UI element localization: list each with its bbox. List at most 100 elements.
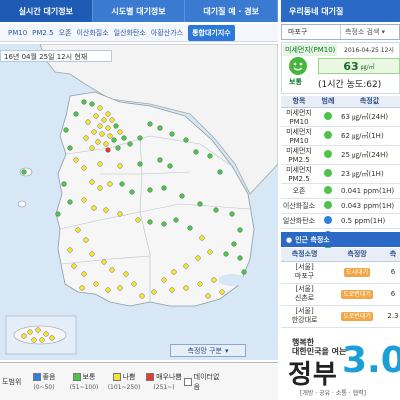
station-marker[interactable] bbox=[147, 121, 153, 127]
station-marker[interactable] bbox=[83, 237, 89, 243]
station-marker[interactable] bbox=[147, 187, 153, 193]
station-marker[interactable] bbox=[131, 281, 137, 287]
station-marker[interactable] bbox=[123, 271, 129, 277]
station-marker[interactable] bbox=[117, 285, 123, 291]
station-marker[interactable] bbox=[101, 117, 107, 123]
station-marker[interactable] bbox=[89, 145, 95, 151]
station-marker[interactable] bbox=[137, 135, 143, 141]
station-marker[interactable] bbox=[207, 249, 213, 255]
station-marker[interactable] bbox=[75, 227, 81, 233]
station-marker[interactable] bbox=[183, 137, 189, 143]
station-marker[interactable] bbox=[109, 117, 115, 123]
station-marker[interactable] bbox=[21, 169, 27, 175]
station-marker[interactable] bbox=[237, 255, 243, 261]
station-marker[interactable] bbox=[79, 285, 85, 291]
station-marker[interactable] bbox=[161, 185, 167, 191]
tab-realtime[interactable]: 실시간 대기정보 bbox=[0, 0, 93, 22]
station-marker[interactable] bbox=[127, 141, 133, 147]
station-marker[interactable] bbox=[63, 127, 69, 133]
station-marker[interactable] bbox=[99, 131, 105, 137]
station-marker[interactable] bbox=[197, 281, 203, 287]
station-marker[interactable] bbox=[97, 105, 103, 111]
station-marker[interactable] bbox=[167, 163, 173, 169]
station-marker[interactable] bbox=[173, 217, 179, 223]
station-search-button[interactable]: 측정소 검색 ▾ bbox=[340, 25, 399, 39]
station-marker[interactable] bbox=[31, 337, 37, 343]
station-marker[interactable] bbox=[205, 293, 211, 299]
tab-pm10[interactable]: PM10 bbox=[8, 29, 27, 37]
station-marker[interactable] bbox=[241, 269, 247, 275]
station-marker[interactable] bbox=[89, 101, 95, 107]
station-marker[interactable] bbox=[129, 189, 135, 195]
station-marker[interactable] bbox=[197, 201, 203, 207]
station-marker[interactable] bbox=[49, 335, 55, 341]
station-marker[interactable] bbox=[169, 287, 175, 293]
station-marker[interactable] bbox=[43, 331, 49, 337]
station-marker[interactable] bbox=[213, 207, 219, 213]
station-marker[interactable] bbox=[107, 181, 113, 187]
station-marker[interactable] bbox=[101, 259, 107, 265]
station-marker[interactable] bbox=[121, 135, 127, 141]
station-marker[interactable] bbox=[187, 225, 193, 231]
station-marker[interactable] bbox=[237, 227, 243, 233]
station-marker[interactable] bbox=[157, 125, 163, 131]
station-marker[interactable] bbox=[27, 329, 33, 335]
station-marker[interactable] bbox=[161, 277, 167, 283]
station-marker[interactable] bbox=[115, 145, 121, 151]
tab-forecast[interactable]: 대기질 예 · 경보 bbox=[185, 0, 279, 22]
station-marker[interactable] bbox=[61, 181, 67, 187]
station-marker[interactable] bbox=[147, 219, 153, 225]
station-marker[interactable] bbox=[67, 247, 73, 253]
tab-ozone[interactable]: 오존 bbox=[59, 28, 72, 38]
station-marker[interactable] bbox=[81, 271, 87, 277]
station-marker[interactable] bbox=[107, 133, 113, 139]
station-marker[interactable] bbox=[183, 285, 189, 291]
station-marker[interactable] bbox=[103, 207, 109, 213]
station-marker[interactable] bbox=[139, 293, 145, 299]
station-marker[interactable] bbox=[111, 137, 117, 143]
station-marker[interactable] bbox=[39, 337, 45, 343]
korea-map[interactable] bbox=[0, 44, 278, 360]
station-marker[interactable] bbox=[217, 169, 223, 175]
station-marker[interactable] bbox=[117, 129, 123, 135]
station-marker[interactable] bbox=[89, 179, 95, 185]
station-marker[interactable] bbox=[207, 153, 213, 159]
station-marker[interactable] bbox=[183, 263, 189, 269]
station-marker[interactable] bbox=[67, 145, 73, 151]
nearby-station-row[interactable]: [서울] 신촌로 도로변대기 6 bbox=[281, 283, 400, 306]
station-marker[interactable] bbox=[85, 119, 91, 125]
station-marker[interactable] bbox=[179, 193, 185, 199]
station-marker[interactable] bbox=[117, 163, 123, 169]
station-marker[interactable] bbox=[195, 255, 201, 261]
tab-by-region[interactable]: 시도별 대기정보 bbox=[93, 0, 186, 22]
tab-no2[interactable]: 이산화질소 bbox=[76, 28, 108, 38]
station-marker[interactable] bbox=[21, 333, 27, 339]
station-marker[interactable] bbox=[81, 99, 87, 105]
station-marker[interactable] bbox=[105, 125, 111, 131]
region-select[interactable]: 마포구 bbox=[282, 27, 340, 37]
tab-cai[interactable]: 통합대기지수 bbox=[188, 24, 235, 41]
station-marker[interactable] bbox=[193, 149, 199, 155]
station-marker[interactable] bbox=[137, 161, 143, 167]
station-marker[interactable] bbox=[105, 287, 111, 293]
station-marker[interactable] bbox=[55, 211, 61, 217]
station-marker[interactable] bbox=[83, 135, 89, 141]
station-marker[interactable] bbox=[95, 139, 101, 145]
station-marker[interactable] bbox=[113, 123, 119, 129]
station-marker[interactable] bbox=[135, 217, 141, 223]
station-marker[interactable] bbox=[231, 241, 237, 247]
station-marker[interactable] bbox=[81, 165, 87, 171]
station-marker[interactable] bbox=[81, 197, 87, 203]
station-marker[interactable] bbox=[71, 263, 77, 269]
station-marker[interactable] bbox=[161, 221, 167, 227]
station-marker[interactable] bbox=[97, 185, 103, 191]
station-marker[interactable] bbox=[73, 111, 79, 117]
station-marker[interactable] bbox=[119, 181, 125, 187]
station-marker[interactable] bbox=[169, 131, 175, 137]
tab-co[interactable]: 일산화탄소 bbox=[114, 28, 146, 38]
station-marker[interactable] bbox=[93, 281, 99, 287]
station-marker[interactable] bbox=[211, 277, 217, 283]
nearby-station-row[interactable]: [서울] 한강대로 도로변대기 2.3 bbox=[281, 305, 400, 328]
station-marker[interactable] bbox=[91, 205, 97, 211]
station-marker[interactable] bbox=[89, 251, 95, 257]
